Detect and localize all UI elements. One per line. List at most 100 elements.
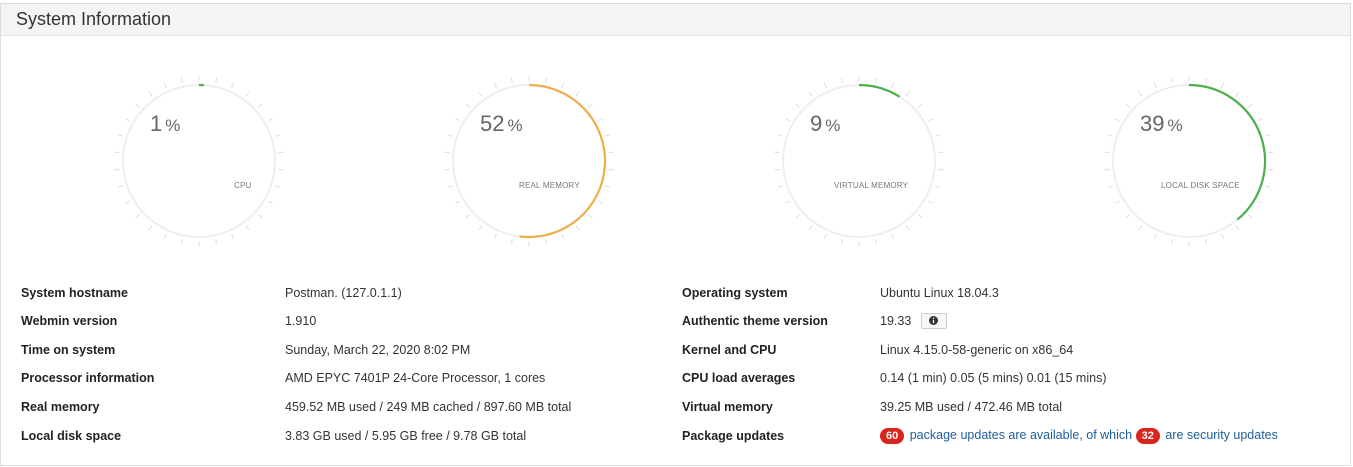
- time-value[interactable]: Sunday, March 22, 2020 8:02 PM: [285, 342, 470, 358]
- gauge-tick: [268, 118, 273, 122]
- gauge-tick: [118, 134, 124, 137]
- gauge-tick: [274, 185, 280, 188]
- gauge-tick: [785, 118, 790, 122]
- gauge-ring: [122, 84, 276, 238]
- gauge-tick: [823, 83, 827, 89]
- theme-info-button[interactable]: [920, 312, 947, 329]
- processor-label: Processor information: [21, 371, 155, 385]
- gauge-tick: [938, 151, 944, 154]
- panel-title: System Information: [1, 4, 1350, 36]
- gauge-tick: [575, 225, 580, 231]
- package-updates-label: Package updates: [682, 429, 785, 443]
- package-updates-value: 60 package updates are available, of whi…: [880, 427, 1278, 444]
- gauge-tick: [891, 83, 895, 89]
- load-value: 0.14 (1 min) 0.05 (5 mins) 0.01 (15 mins…: [880, 371, 1107, 385]
- gauge-tick: [778, 185, 784, 188]
- real-memory-row: Real memory: [21, 399, 100, 415]
- gauge-tick: [545, 239, 548, 245]
- gauge-tick: [510, 239, 513, 245]
- gauge-tick: [840, 77, 843, 83]
- processor-row: Processor information: [21, 370, 154, 386]
- gauge-tick: [163, 83, 167, 89]
- local-disk-row: Local disk space: [21, 428, 121, 444]
- os-value: Ubuntu Linux 18.04.3: [880, 286, 999, 300]
- gauge-tick: [1153, 83, 1157, 89]
- gauge-tick: [1108, 134, 1114, 137]
- gauge-tick: [258, 214, 263, 219]
- gauge-tick: [163, 233, 167, 239]
- gauge-tick: [278, 168, 284, 171]
- local-disk-value: 3.83 GB used / 5.95 GB free / 9.78 GB to…: [285, 429, 527, 443]
- gauge-tick: [905, 225, 910, 231]
- gauge-tick: [1138, 91, 1143, 97]
- gauge-tick: [1138, 225, 1143, 231]
- real-memory-gauge-label: REAL MEMORY: [519, 181, 580, 190]
- gauge-tick: [575, 91, 580, 97]
- gauge-tick: [1205, 239, 1208, 245]
- gauge-tick: [148, 225, 153, 231]
- gauge-tick: [1268, 168, 1274, 171]
- cpu-gauge-dial: [114, 76, 284, 246]
- gauge-tick: [180, 77, 183, 83]
- gauge-tick: [561, 83, 565, 89]
- gauge-ring: [782, 84, 936, 238]
- gauge-tick: [1235, 225, 1240, 231]
- webmin-version-row: Webmin version: [21, 313, 117, 329]
- gauge-tick: [588, 214, 593, 219]
- theme-version-row: 19.33: [880, 312, 947, 330]
- updates-count-badge[interactable]: 60: [880, 428, 905, 444]
- gauge-tick: [1264, 134, 1270, 137]
- gauge-tick: [274, 134, 280, 137]
- hostname-row: System hostname: [21, 285, 128, 301]
- system-information-panel: System Information 1% CPU 52% REAL MEMOR…: [0, 3, 1351, 466]
- gauge-tick: [114, 151, 120, 154]
- local-disk-label: Local disk space: [21, 429, 122, 443]
- gauge-tick: [795, 103, 800, 108]
- theme-version-label: Authentic theme version: [682, 314, 828, 328]
- gauge-progress-arc: [1188, 83, 1267, 221]
- gauge-tick: [1248, 103, 1253, 108]
- security-updates-link[interactable]: are security updates: [1165, 428, 1278, 442]
- gauge-tick: [1221, 83, 1225, 89]
- local-disk-space-gauge-dial: [1104, 76, 1274, 246]
- virtual-memory-label: Virtual memory: [682, 400, 773, 414]
- gauge-tick: [928, 200, 933, 204]
- gauge-tick: [135, 214, 140, 219]
- gauge-tick: [1170, 239, 1173, 245]
- virtual-memory-gauge-dial: [774, 76, 944, 246]
- gauge-tick: [245, 225, 250, 231]
- gauge-tick: [118, 185, 124, 188]
- gauge-tick: [934, 185, 940, 188]
- security-updates-badge[interactable]: 32: [1135, 428, 1160, 444]
- gauge-tick: [231, 233, 235, 239]
- gauge-progress-arc: [858, 83, 901, 98]
- gauge-tick: [448, 185, 454, 188]
- gauge-tick: [1170, 77, 1173, 83]
- gauge-tick: [1268, 151, 1274, 154]
- gauge-tick: [478, 91, 483, 97]
- gauge-tick: [258, 103, 263, 108]
- gauge-tick: [215, 239, 218, 245]
- gauge-tick: [465, 214, 470, 219]
- cpu-gauge-value: 1%: [150, 111, 181, 136]
- gauge-tick: [545, 77, 548, 83]
- gauge-tick: [1153, 233, 1157, 239]
- cpu-gauge: 1% CPU: [109, 76, 289, 257]
- gauge-tick: [1258, 200, 1263, 204]
- local-disk-space-gauge-value: 39%: [1140, 111, 1183, 136]
- updates-available-link[interactable]: package updates are available, of which: [910, 428, 1132, 442]
- gauge-tick: [1264, 185, 1270, 188]
- hostname-label: System hostname: [21, 286, 128, 300]
- gauge-tick: [114, 168, 120, 171]
- gauge-tick: [808, 91, 813, 97]
- gauge-tick: [918, 103, 923, 108]
- gauge-tick: [215, 77, 218, 83]
- gauge-tick: [1108, 185, 1114, 188]
- gauge-tick: [905, 91, 910, 97]
- gauge-tick: [928, 118, 933, 122]
- gauge-tick: [245, 91, 250, 97]
- local-disk-space-gauge: 39% LOCAL DISK SPACE: [1099, 76, 1279, 257]
- gauge-tick: [125, 200, 130, 204]
- gauge-tick: [493, 233, 497, 239]
- gauge-tick: [918, 214, 923, 219]
